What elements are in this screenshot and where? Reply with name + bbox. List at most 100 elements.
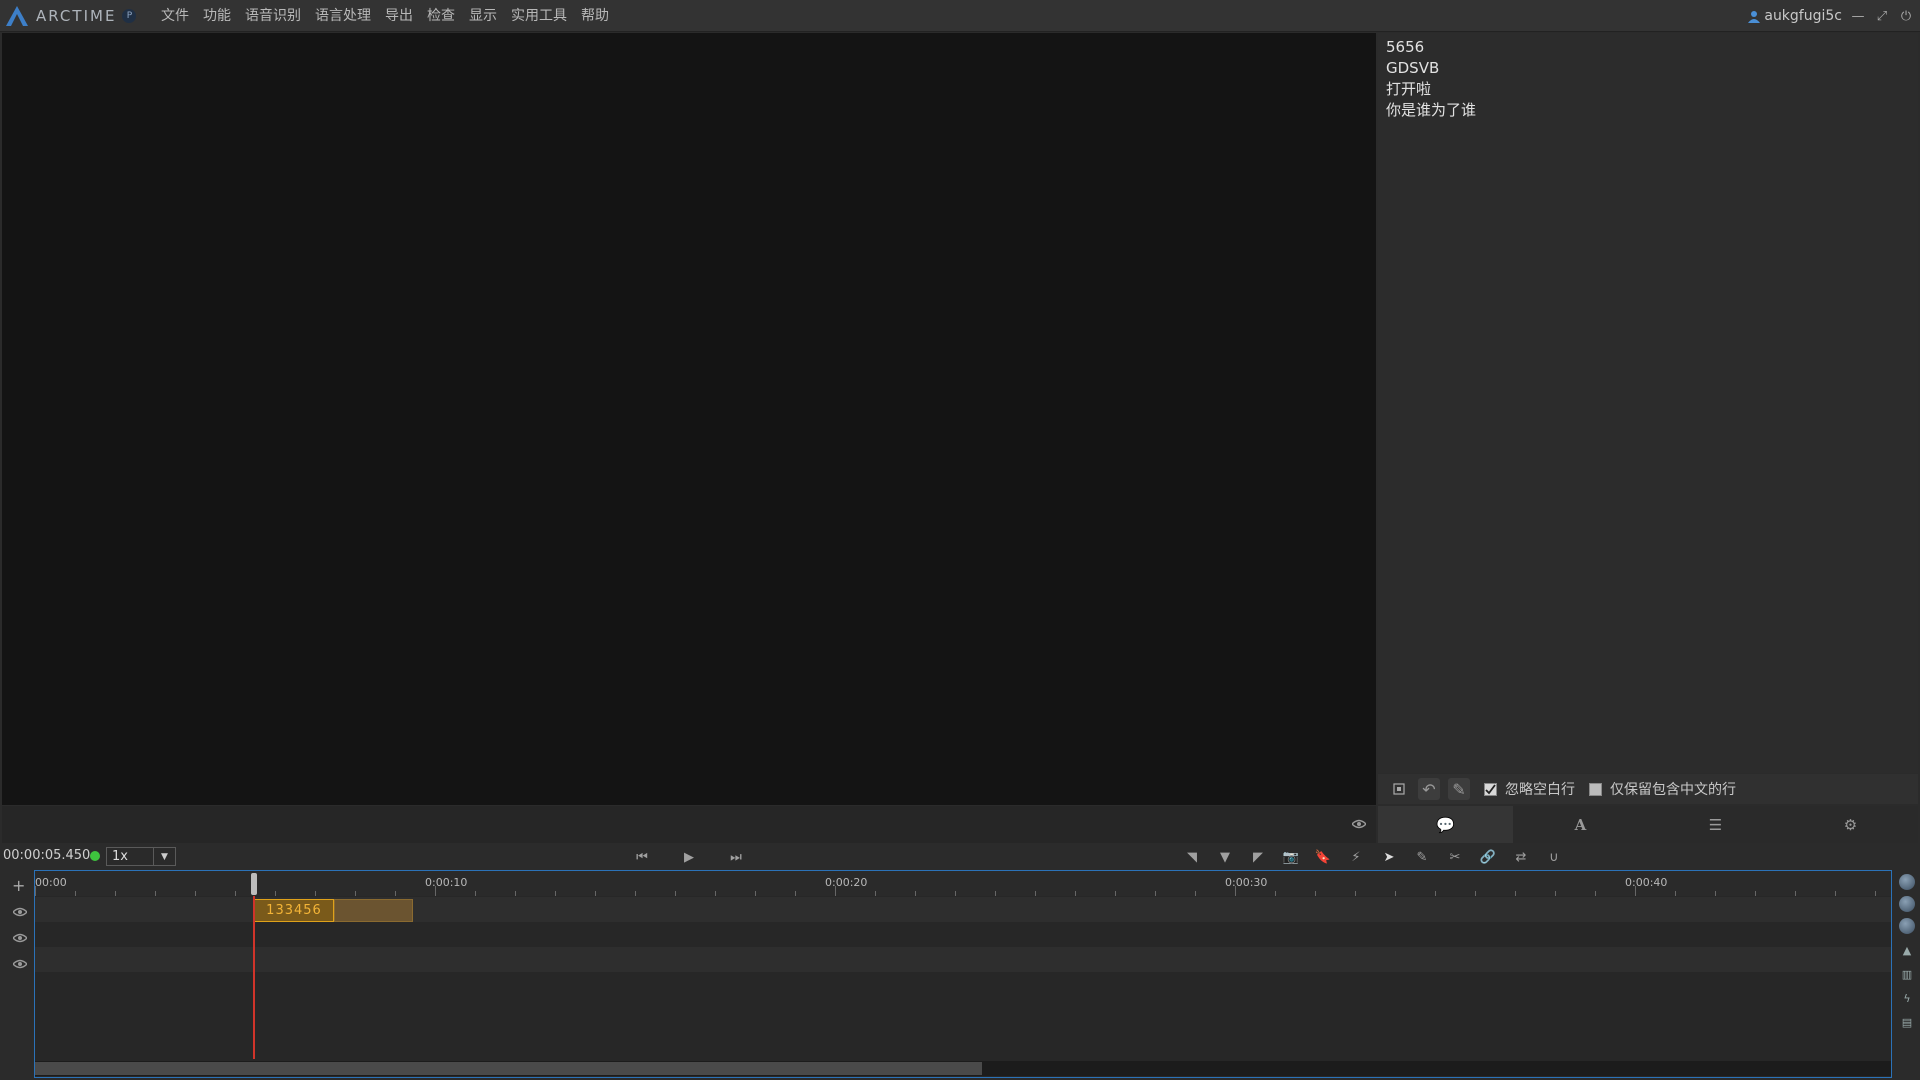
arctime-logo-icon xyxy=(6,6,28,26)
ruler-tick xyxy=(1635,886,1636,896)
ruler-tick xyxy=(715,891,716,896)
playhead[interactable] xyxy=(253,896,255,1059)
ruler-tick xyxy=(755,891,756,896)
bar-chart-icon[interactable]: ▥ xyxy=(1899,966,1915,982)
menu-file[interactable]: 文件 xyxy=(154,0,196,32)
edit-tool-icon[interactable]: ✎ xyxy=(1413,849,1431,865)
swap-icon[interactable]: ⇄ xyxy=(1512,849,1530,865)
subtitle-track-3[interactable] xyxy=(35,947,1891,972)
ruler-tick xyxy=(1035,891,1036,896)
ruler-tick xyxy=(555,891,556,896)
subtitle-track-2[interactable] xyxy=(35,922,1891,947)
menu-utilities[interactable]: 实用工具 xyxy=(504,0,574,32)
playhead-handle[interactable] xyxy=(251,873,257,895)
subtitle-track-4[interactable] xyxy=(35,972,1891,997)
font-icon: A xyxy=(1574,815,1587,834)
play-icon[interactable]: ▶ xyxy=(680,849,698,865)
eye-icon[interactable] xyxy=(1351,814,1367,833)
next-icon[interactable]: ⏭ xyxy=(727,849,745,865)
edit-icon[interactable]: ✎ xyxy=(1448,778,1470,800)
previous-icon[interactable]: ⏮ xyxy=(633,849,651,865)
ruler-tick xyxy=(1075,891,1076,896)
scissors-icon[interactable]: ✂ xyxy=(1446,849,1464,865)
mark-out-icon[interactable]: ◤ xyxy=(1249,849,1267,865)
user-account[interactable]: aukgfugi5c xyxy=(1748,0,1842,32)
menu-language-processing[interactable]: 语言处理 xyxy=(308,0,378,32)
eye-icon[interactable] xyxy=(12,902,28,921)
tab-font[interactable]: A xyxy=(1513,806,1648,843)
zoom-circle-icon[interactable] xyxy=(1899,874,1915,890)
zoom-circle-icon[interactable] xyxy=(1899,918,1915,934)
ruler-tick xyxy=(795,891,796,896)
camera-icon[interactable]: 📷 xyxy=(1282,849,1300,865)
ruler-tick xyxy=(1875,891,1876,896)
eye-icon[interactable] xyxy=(12,954,28,973)
chinese-only-checkbox[interactable] xyxy=(1589,782,1602,796)
magic-wand-icon[interactable]: ⚡ xyxy=(1347,849,1365,865)
undo-icon[interactable]: ↶ xyxy=(1418,778,1440,800)
tab-settings[interactable]: ⚙ xyxy=(1783,806,1918,843)
ruler-tick xyxy=(635,891,636,896)
waveform-icon[interactable]: ▲ xyxy=(1899,942,1915,958)
menu-check[interactable]: 检查 xyxy=(420,0,462,32)
comment-icon: 💬 xyxy=(1436,815,1455,834)
tab-subtitles[interactable]: 💬 xyxy=(1378,806,1513,843)
ruler-tick xyxy=(1475,891,1476,896)
minimize-icon[interactable]: — xyxy=(1850,8,1866,24)
app-logo: ARCTIME P xyxy=(4,4,137,28)
keyboard-icon[interactable]: ▤ xyxy=(1899,1014,1915,1030)
menu-help[interactable]: 帮助 xyxy=(574,0,616,32)
ruler-tick xyxy=(675,891,676,896)
select-all-icon[interactable] xyxy=(1388,778,1410,800)
menu-export[interactable]: 导出 xyxy=(378,0,420,32)
ignore-blank-label: 忽略空白行 xyxy=(1505,782,1575,798)
bookmark-icon[interactable]: 🔖 xyxy=(1314,849,1332,865)
tab-list[interactable]: ☰ xyxy=(1648,806,1783,843)
time-ruler[interactable]: 00:00 0:00:10 0:00:20 0:00:30 0:00:40 xyxy=(35,871,1891,896)
add-track-icon[interactable]: + xyxy=(12,876,25,895)
ruler-tick xyxy=(1275,891,1276,896)
subtitle-clip[interactable]: 133456 xyxy=(254,899,334,922)
timeline-side-tools: ▲ ▥ ϟ ▤ xyxy=(1894,870,1920,1078)
ruler-tick xyxy=(1435,891,1436,896)
magnet-icon[interactable]: ∪ xyxy=(1545,849,1563,865)
speed-value: 1x xyxy=(112,849,128,864)
video-preview-footer xyxy=(2,806,1376,843)
maximize-icon[interactable]: ⤢ xyxy=(1874,8,1890,24)
scrollbar-thumb[interactable] xyxy=(35,1062,982,1075)
eye-icon[interactable] xyxy=(12,928,28,947)
lightning-icon[interactable]: ϟ xyxy=(1899,990,1915,1006)
zoom-circle-icon[interactable] xyxy=(1899,896,1915,912)
menu-display[interactable]: 显示 xyxy=(462,0,504,32)
power-icon[interactable]: ⏻ xyxy=(1898,8,1914,24)
mark-in-icon[interactable]: ◥ xyxy=(1183,849,1201,865)
ruler-tick xyxy=(195,891,196,896)
ruler-tick xyxy=(875,891,876,896)
playback-speed-select[interactable]: 1x ▼ xyxy=(106,847,176,866)
ruler-tick xyxy=(155,891,156,896)
transport-bar xyxy=(0,843,1920,869)
ruler-tick xyxy=(1755,891,1756,896)
menu-speech-recognition[interactable]: 语音识别 xyxy=(238,0,308,32)
ruler-tick xyxy=(395,891,396,896)
link-icon[interactable]: 🔗 xyxy=(1479,849,1497,865)
ruler-label: 0:00:20 xyxy=(825,876,868,889)
ruler-tick xyxy=(435,886,436,896)
chevron-down-icon[interactable]: ▼ xyxy=(153,848,175,865)
ruler-label: 0:00:10 xyxy=(425,876,468,889)
ruler-tick xyxy=(915,891,916,896)
mark-down-icon[interactable]: ▼ xyxy=(1216,849,1234,865)
video-preview[interactable] xyxy=(2,33,1376,805)
subtitle-text-editor[interactable]: 5656 GDSVB 打开啦 你是谁为了谁 xyxy=(1378,33,1918,773)
pointer-icon[interactable]: ➤ xyxy=(1380,849,1398,865)
edition-badge: P xyxy=(122,9,137,23)
track-controls: + xyxy=(2,870,34,1078)
ruler-tick xyxy=(515,891,516,896)
ruler-tick xyxy=(115,891,116,896)
text-line: 你是谁为了谁 xyxy=(1386,101,1477,119)
ruler-tick xyxy=(1595,891,1596,896)
menu-function[interactable]: 功能 xyxy=(196,0,238,32)
subtitle-clip-extension[interactable] xyxy=(334,899,413,922)
ignore-blank-checkbox[interactable] xyxy=(1484,782,1497,796)
list-icon: ☰ xyxy=(1708,815,1723,834)
